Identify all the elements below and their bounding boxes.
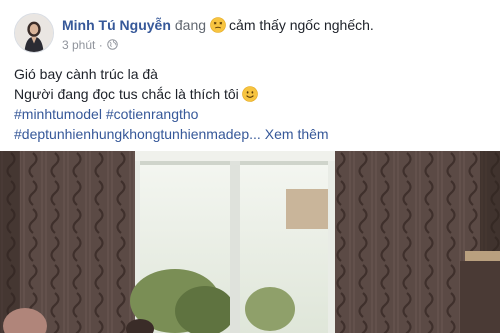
avatar-image [15, 14, 53, 52]
hashtag-cotienrangtho[interactable]: #cotienrangtho [106, 106, 199, 122]
avatar[interactable] [14, 13, 54, 53]
hashtag-minhtumodel[interactable]: #minhtumodel [14, 106, 102, 122]
post-line-2-wrapper: Người đang đọc tus chắc là thích tôi [14, 84, 484, 104]
feeling-text: cảm thấy ngốc nghếch. [229, 17, 374, 33]
hashtags-line-2: #deptunhienhungkhongtunhienmadep... Xem t… [14, 124, 484, 144]
post-content: Gió bay cành trúc la đà Người đang đọc t… [14, 64, 484, 144]
smiling-face-icon [241, 86, 258, 102]
author-name[interactable]: Minh Tú Nguyễn [62, 17, 171, 33]
post-line-1: Gió bay cành trúc la đà [14, 66, 158, 82]
post-line-2: Người đang đọc tus chắc là thích tôi [14, 86, 239, 102]
facebook-post: Minh Tú Nguyễn đang cảm thấy ngốc nghếch. … [0, 0, 500, 333]
status-word: đang [174, 17, 207, 33]
see-more-link[interactable]: Xem thêm [265, 126, 329, 142]
post-header: Minh Tú Nguyễn đang cảm thấy ngốc nghếch. … [14, 13, 494, 57]
photo-image [0, 151, 500, 333]
post-meta: 3 phút · [62, 37, 118, 53]
post-timestamp[interactable]: 3 phút [62, 38, 95, 52]
name-line: Minh Tú Nguyễn đang cảm thấy ngốc nghếch. [62, 15, 374, 35]
hashtag-deptunhien[interactable]: #deptunhienhungkhongtunhienmadep... [14, 126, 261, 142]
post-photo[interactable] [0, 151, 500, 333]
globe-icon[interactable] [106, 38, 118, 50]
dizzy-face-icon [210, 17, 226, 33]
hashtags-line-1: #minhtumodel #cotienrangtho [14, 104, 484, 124]
meta-separator: · [98, 38, 103, 52]
